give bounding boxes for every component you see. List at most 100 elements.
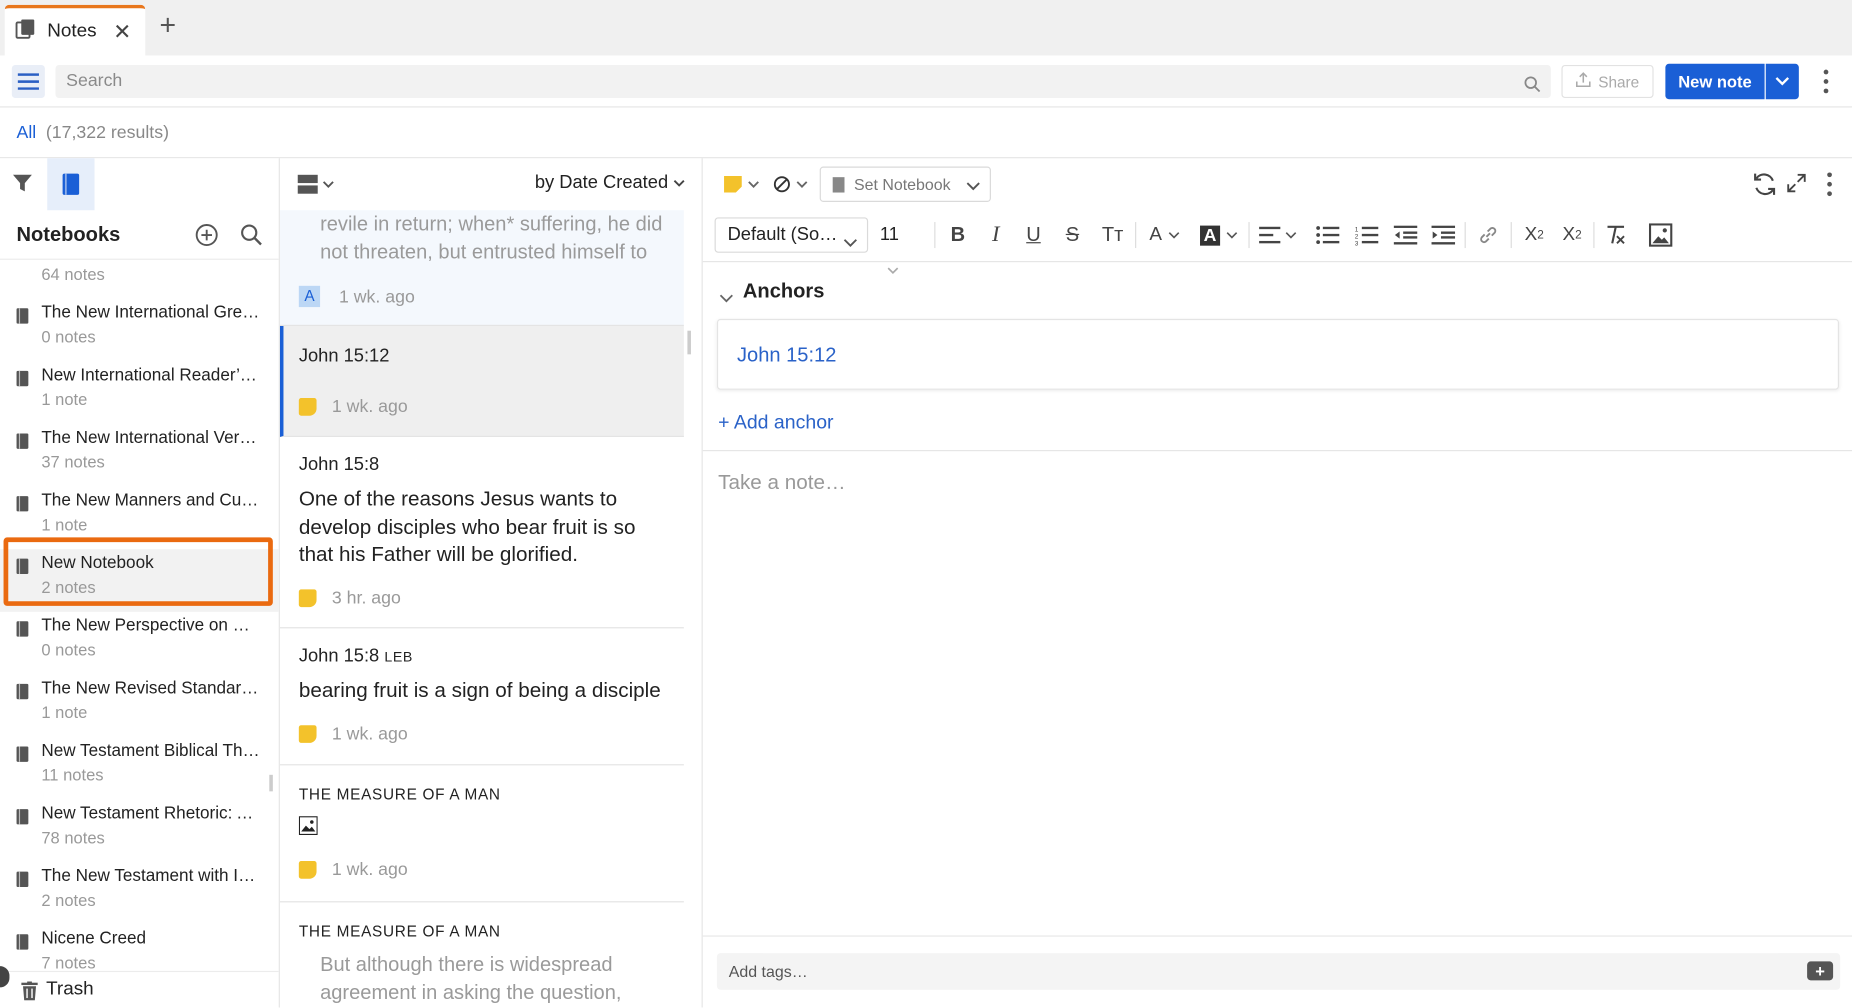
notebooks-header: Notebooks: [0, 210, 279, 260]
search-notebooks-icon[interactable]: [240, 223, 264, 253]
notes-list-header: by Date Created: [279, 158, 702, 211]
notebook-item[interactable]: Nicene Creed 7 notes: [0, 925, 279, 971]
note-reference: John 15:8: [298, 454, 380, 475]
anchors-label[interactable]: Anchors: [743, 280, 824, 304]
highlight-color-icon[interactable]: A: [1196, 222, 1241, 248]
notebook-icon: [16, 934, 29, 950]
notebook-item[interactable]: The New Revised Standard Version 1 note: [0, 674, 279, 737]
link-icon[interactable]: [1475, 222, 1501, 248]
notebook-item-new-notebook[interactable]: New Notebook 2 notes: [0, 549, 279, 612]
note-time: 1 wk. ago: [331, 724, 408, 745]
superscript-icon[interactable]: X2: [1558, 222, 1586, 248]
strikethrough-icon[interactable]: S: [1061, 222, 1085, 248]
set-notebook-dropdown[interactable]: Set Notebook: [819, 166, 991, 202]
notebook-item[interactable]: New Testament Rhetoric: An Introductory …: [0, 800, 279, 863]
new-note-dropdown-icon[interactable]: [1765, 63, 1799, 100]
note-time: 1 wk. ago: [331, 396, 408, 417]
filter-all-link[interactable]: All: [17, 123, 37, 143]
editor-more-icon[interactable]: [1820, 170, 1839, 198]
clear-formatting-icon[interactable]: [1603, 222, 1629, 248]
note-time: 3 hr. ago: [331, 588, 401, 609]
set-notebook-label: Set Notebook: [853, 175, 951, 194]
notebook-item[interactable]: The New Perspective on Paul 0 notes: [0, 612, 279, 675]
add-notebook-icon[interactable]: [195, 223, 219, 253]
note-card[interactable]: THE MEASURE OF A MAN But although there …: [280, 902, 684, 1007]
text-case-icon[interactable]: Tт: [1097, 222, 1128, 248]
notebook-item[interactable]: New Testament Biblical Theology 11 notes: [0, 737, 279, 800]
note-card[interactable]: THE MEASURE OF A MAN 1 wk. ago: [279, 765, 684, 903]
sort-dropdown[interactable]: by Date Created: [535, 172, 685, 193]
notebook-count: 1 note: [41, 702, 88, 722]
font-family-select[interactable]: Default (So…: [714, 217, 869, 253]
note-card[interactable]: John 15:8 LEB bearing fruit is a sign of…: [279, 628, 684, 766]
align-icon[interactable]: [1258, 222, 1301, 248]
tags-placeholder: Add tags…: [728, 962, 808, 981]
tab-notes[interactable]: Notes ✕: [4, 4, 146, 56]
sticky-note-icon: [298, 725, 317, 743]
numbered-list-icon[interactable]: 123: [1354, 222, 1380, 248]
notebook-icon: [16, 683, 29, 700]
notebook-name: The New International Version: [41, 428, 262, 448]
note-meta: 3 hr. ago: [298, 588, 401, 609]
note-time: 1 wk. ago: [331, 859, 408, 880]
notes-scrollbar[interactable]: [687, 330, 691, 355]
bold-icon[interactable]: B: [946, 222, 970, 248]
share-icon: [1576, 72, 1591, 91]
notebook-item[interactable]: The New International Version 37 notes: [0, 424, 279, 487]
sticky-note-icon: [298, 861, 317, 879]
view-mode-icon[interactable]: [297, 174, 338, 201]
note-quote: But although there is widespread agreeme…: [320, 953, 622, 1004]
svg-text:2: 2: [1355, 233, 1359, 240]
notebooks-title: Notebooks: [16, 223, 121, 246]
expand-icon[interactable]: [1787, 173, 1806, 193]
notebook-count: 11 notes: [41, 765, 104, 785]
more-options-icon[interactable]: [1817, 67, 1836, 95]
font-color-icon[interactable]: A: [1145, 222, 1185, 248]
anchor-link[interactable]: John 15:12: [737, 344, 836, 368]
sync-icon[interactable]: [1752, 171, 1778, 197]
notebook-list: 64 notes The New International Greek Tes…: [0, 260, 279, 971]
tags-input[interactable]: Add tags… +: [716, 953, 1841, 990]
indent-icon[interactable]: [1430, 222, 1456, 248]
notebook-item[interactable]: The New International Greek Testament Co…: [0, 299, 279, 362]
notebook-count: 2 notes: [41, 577, 96, 597]
notebook-name: The New Perspective on Paul: [41, 616, 262, 636]
insert-image-icon[interactable]: [1648, 222, 1674, 248]
close-tab-icon[interactable]: ✕: [113, 20, 131, 45]
notebook-tab-icon[interactable]: [47, 158, 95, 211]
italic-icon[interactable]: I: [984, 222, 1008, 248]
note-card[interactable]: John 15:8 One of the reasons Jesus wants…: [279, 437, 684, 629]
notebook-item[interactable]: New International Reader’s Version 1 not…: [0, 361, 279, 424]
notebook-item[interactable]: The New Testament with Introductions 2 n…: [0, 862, 279, 925]
search-input[interactable]: Search: [55, 64, 1551, 99]
note-card-selected[interactable]: John 15:12 1 wk. ago: [279, 325, 684, 438]
notebook-item[interactable]: 64 notes: [0, 260, 279, 299]
outdent-icon[interactable]: [1393, 222, 1419, 248]
add-tag-icon[interactable]: +: [1807, 961, 1834, 981]
chevron-down-icon[interactable]: [719, 288, 733, 309]
font-size-select[interactable]: 11: [880, 217, 923, 275]
bullet-list-icon[interactable]: [1315, 222, 1341, 248]
note-body-input[interactable]: Take a note…: [718, 470, 846, 495]
notebook-item[interactable]: The New Manners and Customs of the Bible…: [0, 487, 279, 550]
clear-style-icon[interactable]: [773, 175, 812, 194]
editor-top-toolbar: Set Notebook: [703, 158, 1852, 210]
note-body: One of the reasons Jesus wants to develo…: [298, 486, 636, 566]
share-button[interactable]: Share: [1561, 64, 1654, 99]
note-style-icon[interactable]: [724, 175, 762, 194]
subscript-icon[interactable]: X2: [1520, 222, 1548, 248]
version-label: LEB: [384, 648, 413, 665]
notebook-count: 64 notes: [41, 264, 105, 284]
share-label: Share: [1598, 72, 1640, 91]
sidebar-scrollbar[interactable]: [269, 774, 273, 792]
add-anchor-link[interactable]: + Add anchor: [718, 412, 833, 434]
underline-icon[interactable]: U: [1022, 222, 1046, 248]
add-tab-icon[interactable]: +: [159, 11, 176, 40]
hamburger-menu-icon[interactable]: [11, 64, 45, 99]
filter-icon[interactable]: [12, 172, 33, 199]
trash-item[interactable]: Trash: [0, 970, 279, 1008]
notebook-name: The New Manners and Customs of the Bible: [41, 491, 261, 511]
new-note-button[interactable]: New note: [1665, 63, 1765, 100]
anchor-card: John 15:12: [716, 318, 1840, 390]
note-quote: revile in return; when* suffering, he di…: [320, 212, 663, 263]
